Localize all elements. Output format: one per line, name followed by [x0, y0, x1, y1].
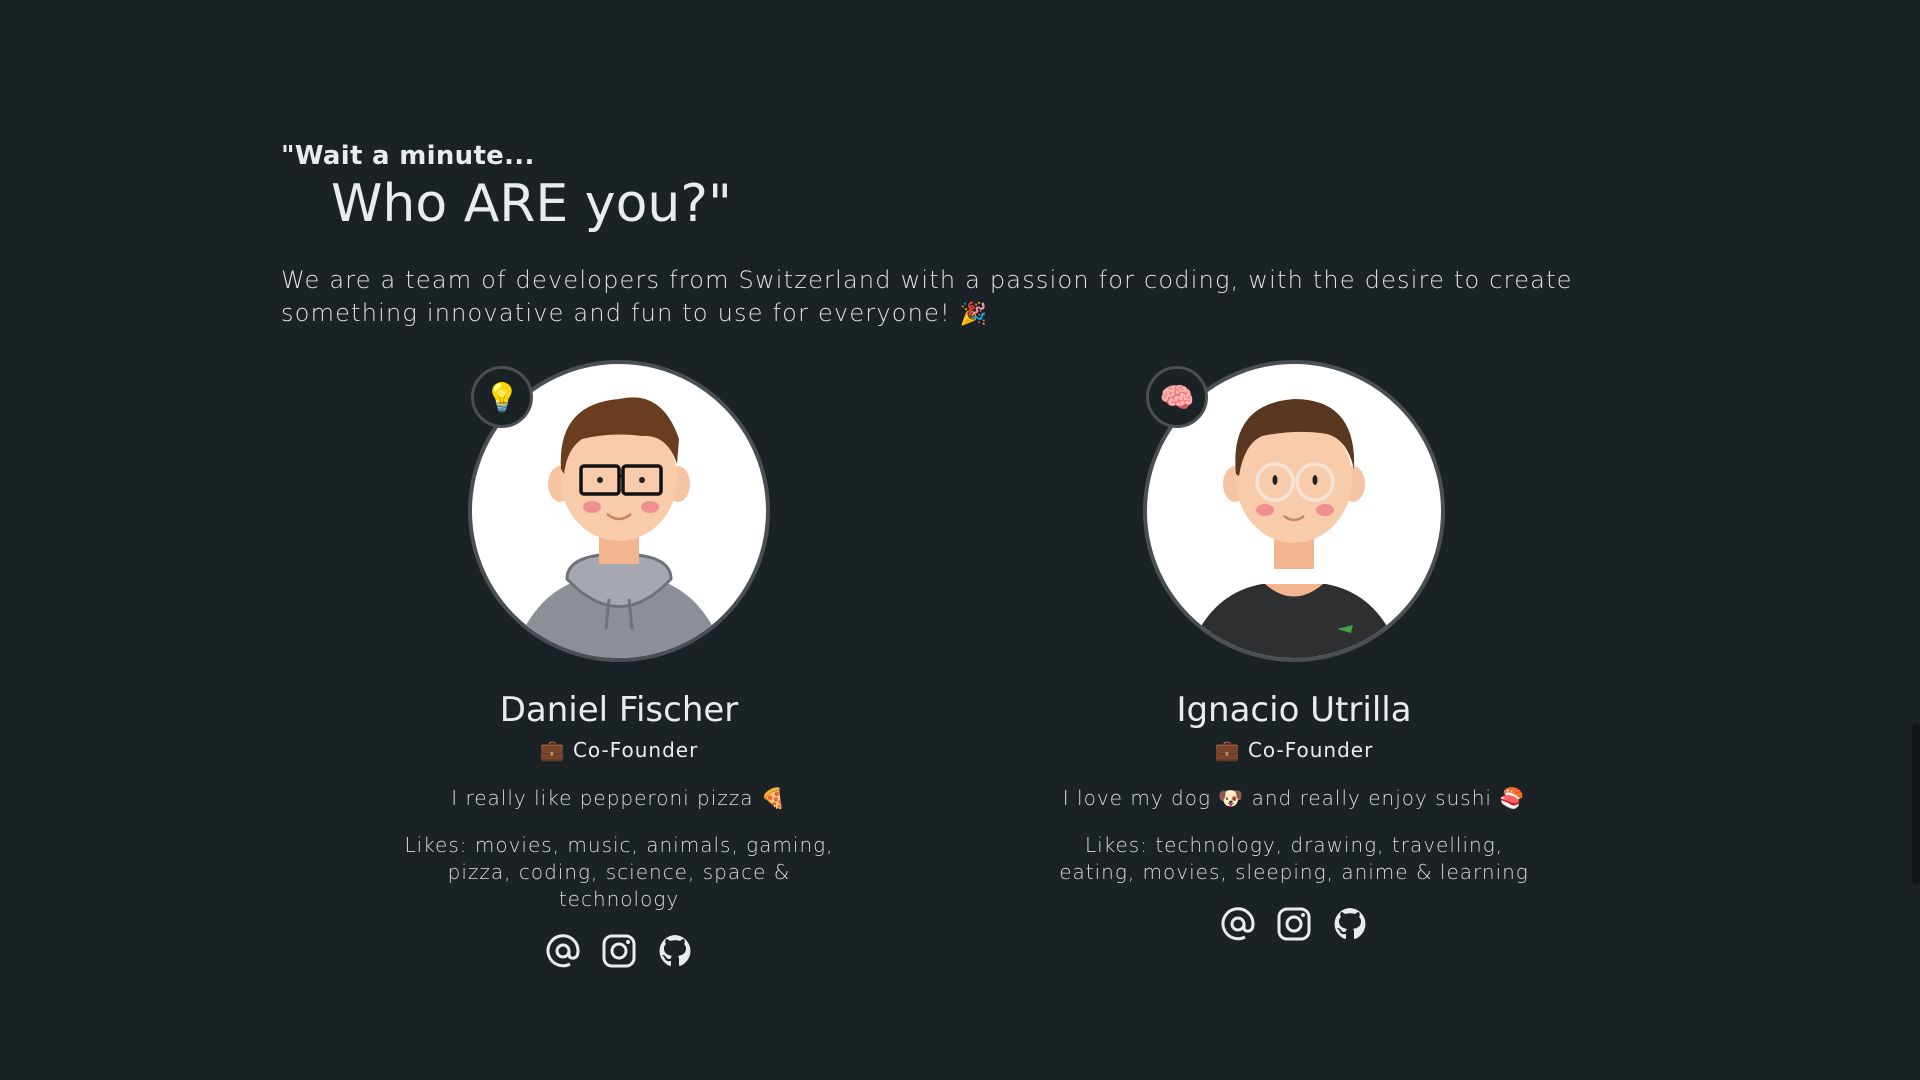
intro-description: We are a team of developers from Switzer…: [281, 264, 1661, 331]
github-icon[interactable]: [657, 933, 693, 969]
lightbulb-icon: 💡: [471, 366, 533, 428]
party-popper-icon: 🎉: [959, 302, 989, 327]
member-quote-text-1: I love my dog: [1062, 786, 1211, 810]
member-quote: I love my dog 🐶 and really enjoy sushi 🍣: [1014, 786, 1574, 810]
member-quote-text: I really like pepperoni pizza: [451, 786, 754, 810]
member-likes-line2: eating, movies, sleeping, anime & learni…: [1059, 860, 1529, 884]
briefcase-icon: 💼: [539, 738, 566, 762]
social-links: [339, 933, 899, 969]
instagram-icon[interactable]: [601, 933, 637, 969]
scrollbar[interactable]: [1912, 724, 1920, 884]
github-icon[interactable]: [1332, 906, 1368, 942]
intro-block: "Wait a minute... Who ARE you?" We are a…: [281, 140, 1661, 331]
member-name: Daniel Fischer: [499, 690, 739, 730]
brain-icon: 🧠: [1146, 366, 1208, 428]
member-name: Ignacio Utrilla: [1176, 690, 1412, 730]
member-role: 💼 Co-Founder: [339, 738, 899, 762]
member-likes: Likes: movies, music, animals, gaming, p…: [384, 832, 854, 913]
pizza-icon: 🍕: [760, 786, 787, 810]
member-likes-line1: Likes: movies, music, animals, gaming,: [404, 833, 834, 857]
email-icon[interactable]: [545, 933, 581, 969]
sushi-icon: 🍣: [1499, 786, 1526, 810]
dog-icon: 🐶: [1218, 786, 1245, 810]
avatar-container: 💡: [468, 360, 770, 662]
team-member-card: 💡 Daniel Fischer 💼 Co-Founder I really l…: [339, 360, 899, 969]
member-likes-line1: Likes: technology, drawing, travelling,: [1084, 833, 1504, 857]
social-links: [1014, 906, 1574, 942]
intro-eyebrow: "Wait a minute...: [281, 141, 535, 171]
member-role-label: Co-Founder: [572, 738, 699, 762]
member-likes-line2: pizza, coding, science, space & technolo…: [447, 860, 791, 911]
member-role-label: Co-Founder: [1247, 738, 1374, 762]
intro-headline: Who ARE you?": [331, 174, 732, 234]
member-likes: Likes: technology, drawing, travelling, …: [1059, 832, 1529, 886]
briefcase-icon: 💼: [1214, 738, 1241, 762]
instagram-icon[interactable]: [1276, 906, 1312, 942]
team-member-card: 🧠 Ignacio Utrilla 💼 Co-Founder I love my…: [1014, 360, 1574, 942]
member-role: 💼 Co-Founder: [1014, 738, 1574, 762]
avatar-container: 🧠: [1143, 360, 1445, 662]
about-section: "Wait a minute... Who ARE you?" We are a…: [0, 0, 1920, 1080]
member-quote: I really like pepperoni pizza 🍕: [339, 786, 899, 810]
intro-description-text: We are a team of developers from Switzer…: [281, 266, 1573, 327]
member-quote-text-2: and really enjoy sushi: [1251, 786, 1492, 810]
email-icon[interactable]: [1220, 906, 1256, 942]
